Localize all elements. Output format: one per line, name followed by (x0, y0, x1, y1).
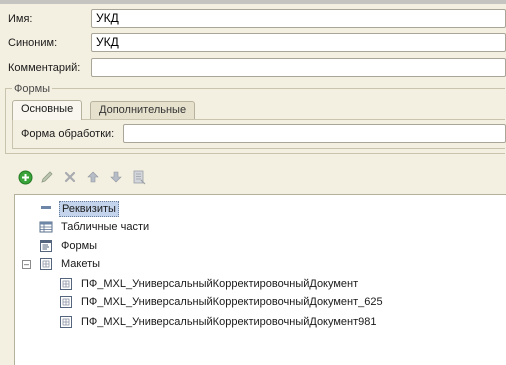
comment-label: Комментарий: (8, 62, 81, 74)
tab-additional[interactable]: Дополнительные (90, 101, 196, 120)
name-field[interactable]: УКД (91, 9, 506, 28)
processing-form-label: Форма обработки: (21, 128, 115, 140)
name-label: Имя: (8, 13, 33, 25)
move-up-icon[interactable] (84, 168, 102, 186)
template-file-icon (59, 295, 73, 309)
add-icon[interactable] (16, 168, 34, 186)
forms-group-title: Формы (12, 83, 53, 95)
edit-icon[interactable] (38, 168, 56, 186)
templates-icon (39, 257, 53, 271)
delete-icon[interactable] (61, 168, 79, 186)
move-down-icon[interactable] (107, 168, 125, 186)
tree-item-label: ПФ_MXL_УниверсальныйКорректировочныйДоку… (81, 296, 383, 308)
collapse-toggle-icon[interactable]: – (22, 260, 31, 269)
synonym-label: Синоним: (8, 37, 58, 49)
comment-field[interactable] (91, 58, 506, 77)
tree-item-label: Реквизиты (59, 201, 119, 217)
forms-icon (39, 239, 53, 253)
tree-item-label: Макеты (61, 258, 101, 270)
tree-item-label: ПФ_MXL_УниверсальныйКорректировочныйДоку… (81, 316, 377, 328)
processing-form-field[interactable] (123, 124, 506, 143)
table-parts-icon (39, 220, 53, 234)
metadata-tree: Реквизиты Табличные части Формы – Макеты… (14, 194, 506, 365)
tree-item-label: ПФ_MXL_УниверсальныйКорректировочныйДоку… (81, 278, 359, 290)
template-file-icon (59, 315, 73, 329)
sort-icon[interactable] (130, 168, 148, 186)
attributes-icon (39, 201, 53, 215)
template-file-icon (59, 277, 73, 291)
tree-item-label: Табличные части (61, 221, 150, 233)
synonym-field[interactable]: УКД (91, 33, 506, 52)
tab-main[interactable]: Основные (12, 100, 83, 120)
tree-item-label: Формы (61, 240, 98, 252)
window-top-edge (0, 0, 506, 4)
